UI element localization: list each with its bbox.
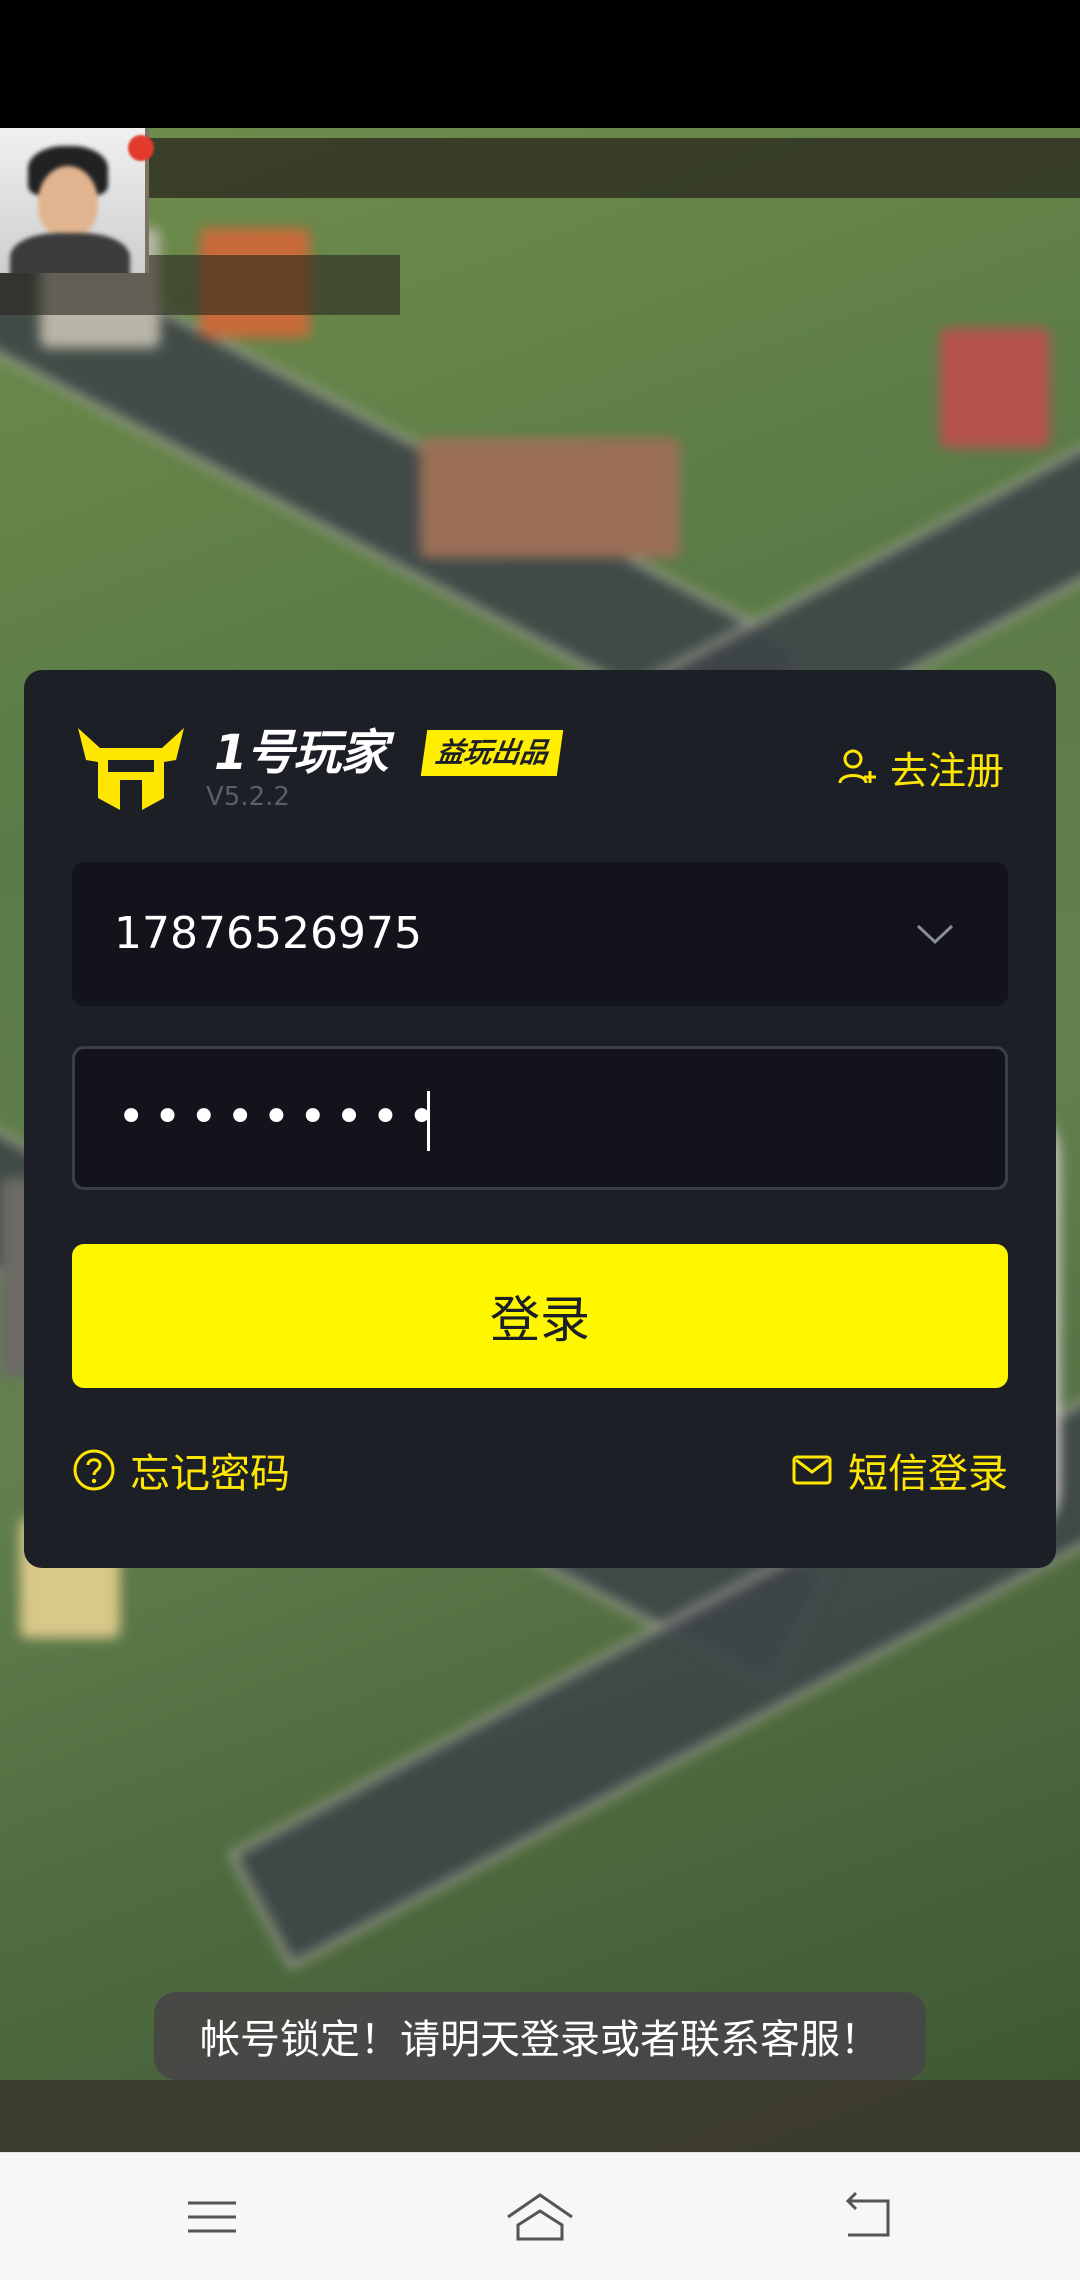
helmet-logo-icon	[78, 728, 184, 810]
brand-name: 1号玩家	[214, 725, 388, 781]
envelope-icon	[792, 1455, 832, 1485]
forgot-password-label: 忘记密码	[130, 1451, 290, 1497]
home-icon	[507, 2193, 573, 2241]
account-value: 17876526975	[114, 908, 422, 959]
nav-home-button[interactable]	[504, 2187, 573, 2247]
password-value: •••••••••	[117, 1089, 444, 1145]
notification-dot	[128, 135, 154, 161]
account-input[interactable]: 17876526975	[72, 862, 1008, 1006]
chevron-down-icon[interactable]	[914, 916, 956, 952]
status-area	[0, 0, 1080, 128]
sms-login-label: 短信登录	[848, 1451, 1008, 1497]
game-hud-bar	[140, 138, 1080, 198]
navigation-bar	[0, 2152, 1080, 2280]
nav-back-button[interactable]	[838, 2187, 898, 2247]
register-link[interactable]: 去注册	[836, 742, 1004, 793]
version-label: V5.2.2	[206, 782, 290, 812]
text-caret	[427, 1091, 430, 1151]
login-button[interactable]: 登录	[72, 1244, 1008, 1388]
sms-login-link[interactable]: 短信登录	[790, 1440, 1008, 1500]
menu-icon	[188, 2201, 236, 2233]
register-label: 去注册	[889, 748, 1004, 793]
game-bottom-bar	[0, 2080, 1080, 2152]
password-input[interactable]: •••••••••	[72, 1046, 1008, 1190]
game-avatar	[0, 128, 149, 273]
add-user-icon	[838, 749, 876, 784]
nav-menu-button[interactable]	[182, 2187, 242, 2247]
toast-message: 帐号锁定！请明天登录或者联系客服！	[154, 1992, 926, 2080]
question-circle-icon	[73, 1449, 115, 1491]
back-icon	[845, 2191, 890, 2237]
forgot-password-link[interactable]: 忘记密码	[72, 1440, 290, 1500]
brand-badge: 益玩出品	[420, 730, 564, 776]
